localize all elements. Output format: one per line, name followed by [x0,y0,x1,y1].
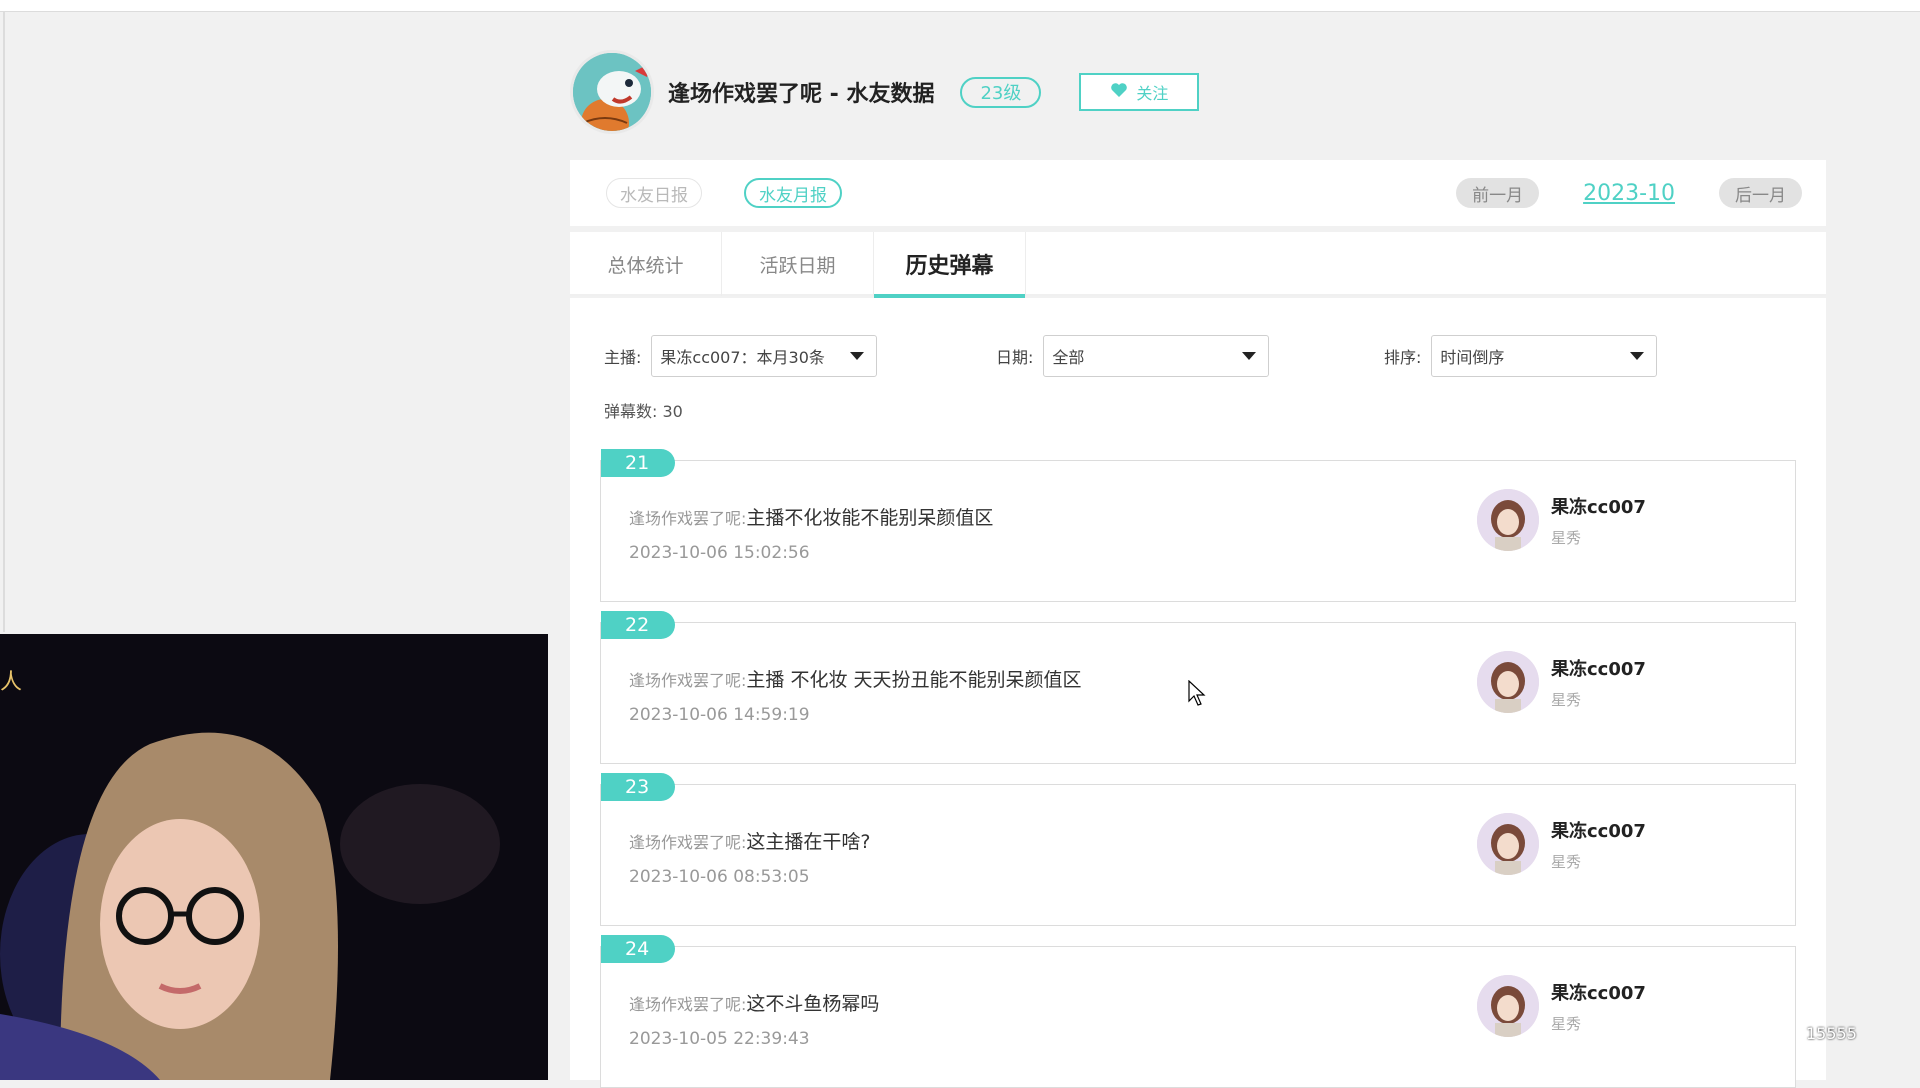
message-user: 逢场作戏罢了呢: [629,671,747,690]
top-bar [0,0,1920,12]
message-text: 这不斗鱼杨幂吗 [746,993,880,1015]
anchor-name: 果冻cc007 [1551,658,1646,680]
anchor-name: 果冻cc007 [1551,496,1646,518]
date-select[interactable]: 全部 [1043,335,1270,377]
avatar-illustration-icon [573,53,651,131]
anchor-avatar [1477,651,1539,713]
anchor-filter: 主播: 果冻cc007：本月30条 [604,334,878,378]
item-index-badge: 21 [601,449,675,477]
anchor-platform: 星秀 [1551,852,1582,871]
list-item: 24 逢场作戏罢了呢: 这不斗鱼杨幂吗 2023-10-05 22:39:43 … [600,935,1796,1088]
anchor-info[interactable]: 果冻cc007 星秀 [1477,489,1646,551]
anchor-name: 果冻cc007 [1551,982,1646,1004]
anchor-platform: 星秀 [1551,1014,1582,1033]
heart-icon [1110,82,1128,102]
anchor-info[interactable]: 果冻cc007 星秀 [1477,975,1646,1037]
anchor-filter-label: 主播: [604,348,642,367]
monthly-report-button[interactable]: 水友月报 [744,178,842,208]
chevron-down-icon [1630,352,1645,360]
filter-row: 主播: 果冻cc007：本月30条 日期: 全部 排序: 时间倒序 [604,334,1804,378]
anchor-name: 果冻cc007 [1551,820,1646,842]
watermark-number: 15555 [1806,1024,1857,1043]
profile-header: 逢场作戏罢了呢 - 水友数据 23级 关注 [570,50,1200,134]
anchor-info[interactable]: 果冻cc007 星秀 [1477,813,1646,875]
chevron-down-icon [850,352,865,360]
level-badge: 23级 [960,76,1042,108]
prev-month-button[interactable]: 前一月 [1456,178,1540,208]
chevron-down-icon [1242,352,1257,360]
message-text: 主播 不化妆 天天扮丑能不能别呆颜值区 [746,669,1082,691]
tab-overall-stats[interactable]: 总体统计 [570,232,722,296]
date-select-value: 全部 [1052,348,1085,367]
message-time: 2023-10-06 14:59:19 [629,705,810,725]
page-title: 逢场作戏罢了呢 - 水友数据 [668,82,935,107]
sort-filter: 排序: 时间倒序 [1384,334,1658,378]
left-divider [3,12,5,632]
report-switch-bar: 水友日报 水友月报 前一月 2023-10 后一月 [570,160,1826,226]
message-text: 这主播在干啥? [746,831,871,853]
webcam-caption: 人 [0,670,23,695]
daily-report-button[interactable]: 水友日报 [606,178,702,208]
anchor-avatar [1477,489,1539,551]
anchor-select-value: 果冻cc007：本月30条 [660,348,825,367]
message-time: 2023-10-06 15:02:56 [629,543,810,563]
message-user: 逢场作戏罢了呢: [629,833,747,852]
message-user: 逢场作戏罢了呢: [629,995,747,1014]
current-month-link[interactable]: 2023-10 [1583,181,1675,206]
message-time: 2023-10-05 22:39:43 [629,1029,810,1049]
anchor-avatar [1477,813,1539,875]
anchor-avatar [1477,975,1539,1037]
tab-active-dates[interactable]: 活跃日期 [722,232,874,296]
anchor-platform: 星秀 [1551,690,1582,709]
item-index-badge: 22 [601,611,675,639]
sort-filter-label: 排序: [1384,348,1422,367]
webcam-overlay: 人 [0,634,548,1080]
next-month-button[interactable]: 后一月 [1719,178,1802,208]
item-index-badge: 24 [601,935,675,963]
tab-bar: 总体统计 活跃日期 历史弹幕 [570,232,1826,298]
message-time: 2023-10-06 08:53:05 [629,867,810,887]
anchor-select[interactable]: 果冻cc007：本月30条 [651,335,878,377]
webcam-image [0,634,548,1080]
list-item: 23 逢场作戏罢了呢: 这主播在干啥? 2023-10-06 08:53:05 … [600,773,1796,926]
item-index-badge: 23 [601,773,675,801]
message-user: 逢场作戏罢了呢: [629,509,747,528]
follow-label: 关注 [1136,84,1169,103]
date-filter-label: 日期: [996,348,1034,367]
list-item: 21 逢场作戏罢了呢: 主播不化妆能不能别呆颜值区 2023-10-06 15:… [600,449,1796,602]
date-filter: 日期: 全部 [996,334,1270,378]
follow-button[interactable]: 关注 [1079,73,1200,111]
mouse-cursor-icon [1188,679,1206,710]
tab-history-danmaku[interactable]: 历史弹幕 [874,232,1026,298]
danmaku-count: 弹幕数: 30 [604,402,683,421]
sort-select-value: 时间倒序 [1440,348,1505,367]
anchor-platform: 星秀 [1551,528,1582,547]
sort-select[interactable]: 时间倒序 [1431,335,1658,377]
anchor-info[interactable]: 果冻cc007 星秀 [1477,651,1646,713]
user-avatar [570,50,654,134]
message-text: 主播不化妆能不能别呆颜值区 [746,507,994,529]
